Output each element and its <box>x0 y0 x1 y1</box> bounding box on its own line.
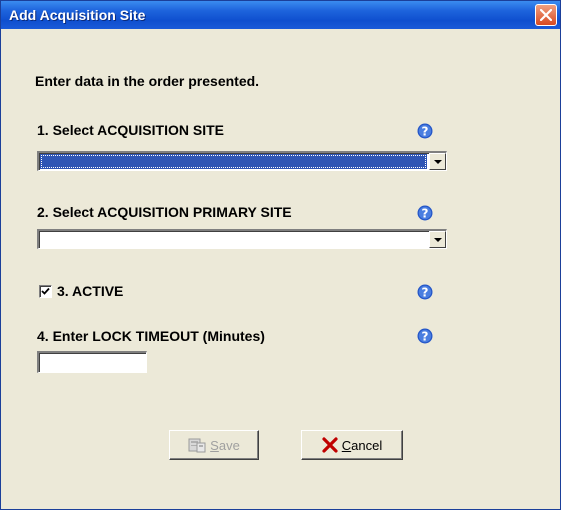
checkmark-icon <box>41 287 50 295</box>
acquisition-primary-site-combo[interactable] <box>37 229 447 249</box>
svg-text:?: ? <box>422 125 429 139</box>
chevron-down-icon <box>434 160 442 164</box>
cancel-button[interactable]: Cancel <box>301 430 403 460</box>
dialog-body: Enter data in the order presented. 1. Se… <box>5 29 556 505</box>
svg-text:?: ? <box>422 330 429 344</box>
window-title: Add Acquisition Site <box>9 7 146 23</box>
acquisition-site-selection <box>40 154 427 169</box>
cancel-x-icon <box>322 437 338 453</box>
intro-text: Enter data in the order presented. <box>35 73 260 89</box>
title-bar[interactable]: Add Acquisition Site <box>1 1 560 29</box>
close-button[interactable] <box>535 4 557 26</box>
lock-timeout-input[interactable] <box>37 351 147 373</box>
acquisition-site-dropdown-button[interactable] <box>429 153 446 170</box>
help-icon[interactable]: ? <box>417 284 433 300</box>
active-checkbox[interactable] <box>39 285 52 298</box>
help-icon[interactable]: ? <box>417 328 433 344</box>
svg-text:?: ? <box>422 207 429 221</box>
step4-label: 4. Enter LOCK TIMEOUT (Minutes) <box>37 328 265 344</box>
save-icon <box>188 438 206 453</box>
help-icon[interactable]: ? <box>417 205 433 221</box>
help-icon[interactable]: ? <box>417 123 433 139</box>
acquisition-site-combo[interactable] <box>37 151 447 171</box>
step1-label: 1. Select ACQUISITION SITE <box>37 122 224 138</box>
step2-label: 2. Select ACQUISITION PRIMARY SITE <box>37 204 292 220</box>
chevron-down-icon <box>434 238 442 242</box>
close-icon <box>540 9 552 21</box>
acquisition-primary-site-dropdown-button[interactable] <box>429 231 446 248</box>
save-button[interactable]: Save <box>169 430 259 460</box>
cancel-label: Cancel <box>341 437 383 453</box>
save-label: Save <box>210 437 240 453</box>
step3-label: 3. ACTIVE <box>57 283 124 299</box>
svg-text:?: ? <box>422 286 429 300</box>
dialog-window: Add Acquisition Site Enter data in the o… <box>0 0 561 510</box>
